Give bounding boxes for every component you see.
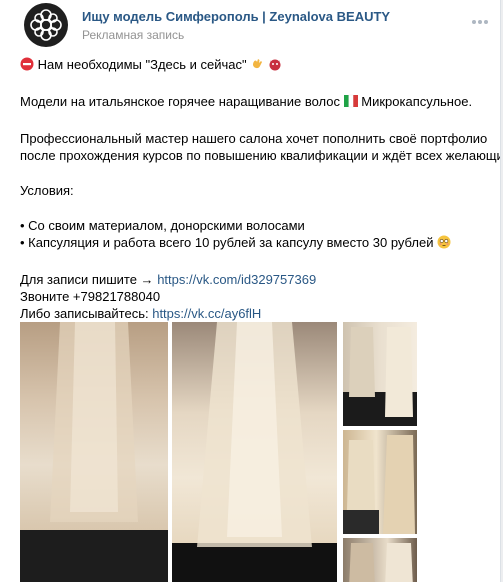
post-line: Либо записывайтесь: https://vk.cc/ay6flH <box>20 305 490 322</box>
post-line: Звоните +79821788040 <box>20 289 161 304</box>
vk-profile-link[interactable]: https://vk.com/id329757369 <box>157 272 316 287</box>
post-line-text: Нам необходимы "Здесь и сейчас" <box>37 57 247 72</box>
photo-before-after-3[interactable] <box>343 538 417 582</box>
italy-flag-icon <box>343 94 358 112</box>
post-line-text: • Капсуляция и работа всего 10 рублей за… <box>20 235 434 250</box>
post-header: Ищу модель Симферополь | Zeynalova BEAUT… <box>20 0 500 50</box>
post-line-text: Микрокапсульное. <box>361 94 473 109</box>
devil-face-icon <box>268 57 282 75</box>
post-text: Нам необходимы "Здесь и сейчас" Модели н… <box>20 56 501 322</box>
post-line: после прохождения курсов по повышению кв… <box>20 148 501 163</box>
post-author-link[interactable]: Ищу модель Симферополь | Zeynalova BEAUT… <box>82 9 390 24</box>
more-dots-icon[interactable] <box>472 20 488 24</box>
flushed-face-icon <box>437 235 451 253</box>
post-line-text: Для записи пишите → <box>20 272 154 287</box>
post-line: Профессиональный мастер нашего салона хо… <box>20 131 488 146</box>
booking-link[interactable]: https://vk.cc/ay6flH <box>152 306 261 321</box>
post-line: Для записи пишите → https://vk.com/id329… <box>20 271 490 288</box>
photo-before-after-2[interactable] <box>343 430 417 534</box>
post-line: • Капсуляция и работа всего 10 рублей за… <box>20 234 490 253</box>
photo-hair-back-1[interactable] <box>20 322 168 582</box>
no-entry-icon <box>20 57 34 75</box>
ok-hand-icon <box>250 57 264 75</box>
post-line-text: Модели на итальянское горячее наращивани… <box>20 94 340 109</box>
photo-hair-back-2[interactable] <box>172 322 337 582</box>
post-line: Нам необходимы "Здесь и сейчас" <box>20 56 490 75</box>
photo-before-after-1[interactable] <box>343 322 417 426</box>
post-line-text: Либо записывайтесь: <box>20 306 149 321</box>
post-ad-label: Рекламная запись <box>82 28 185 42</box>
post-line: • Со своим материалом, донорскими волоса… <box>20 218 305 233</box>
post-line: Модели на итальянское горячее наращивани… <box>20 93 490 112</box>
salon-logo-icon[interactable] <box>24 3 68 47</box>
post-line: Условия: <box>20 183 74 198</box>
post-card: Ищу модель Симферополь | Zeynalova BEAUT… <box>0 0 501 582</box>
